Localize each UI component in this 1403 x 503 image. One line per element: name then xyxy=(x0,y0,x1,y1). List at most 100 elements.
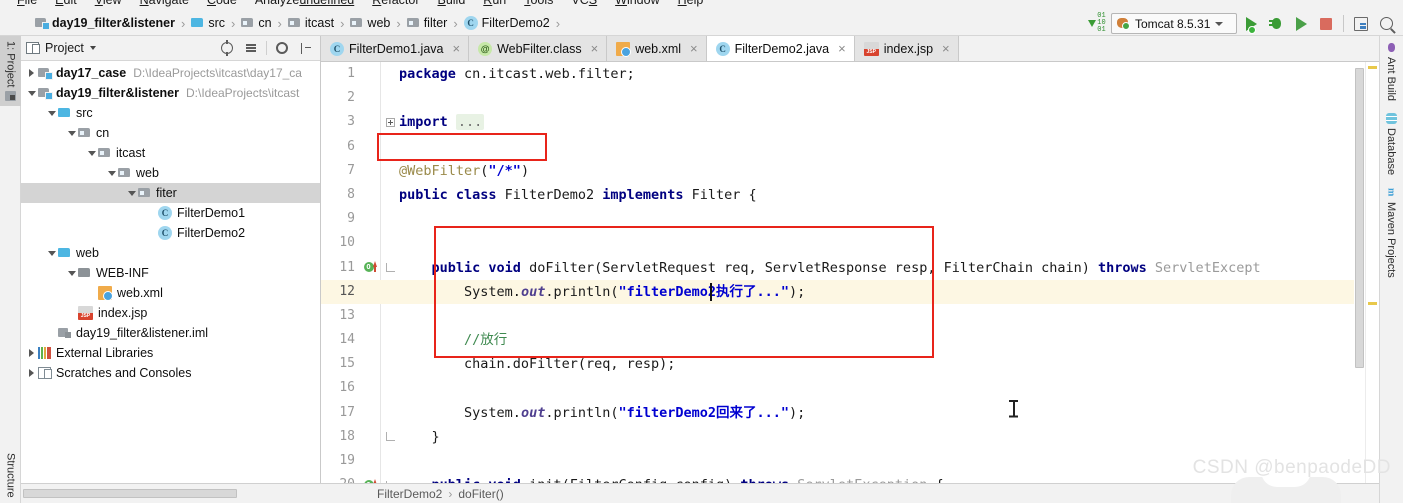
code-content[interactable]: 1 package cn.itcast.web.filter; 2 3 import .… xyxy=(321,62,1379,503)
chevron-down-icon[interactable] xyxy=(125,190,138,196)
menu-item-help[interactable]: Help xyxy=(669,0,713,11)
layout-button[interactable] xyxy=(1350,13,1372,34)
editor-tab-web-xml[interactable]: web.xml × xyxy=(607,36,707,61)
tree-item-web[interactable]: web xyxy=(21,243,320,263)
close-icon[interactable]: × xyxy=(690,41,698,56)
tree-item-scratches-and-consoles[interactable]: Scratches and Consoles xyxy=(21,363,320,383)
code-line[interactable]: 9 xyxy=(321,207,1379,231)
menu-item-file[interactable]: File xyxy=(8,0,46,11)
code-editor[interactable]: 1 package cn.itcast.web.filter; 2 3 import .… xyxy=(321,62,1379,503)
hscrollbar-thumb[interactable] xyxy=(23,489,237,498)
menu-item-code[interactable]: Code xyxy=(198,0,246,11)
breadcrumb-item-cn[interactable]: cn xyxy=(240,16,272,30)
search-everywhere-button[interactable] xyxy=(1375,13,1397,34)
chevron-down-icon[interactable] xyxy=(25,90,38,96)
close-icon[interactable]: × xyxy=(452,41,460,56)
fold-region[interactable] xyxy=(383,425,397,449)
code-line[interactable]: 15 chain.doFilter(req, resp); xyxy=(321,352,1379,376)
chevron-down-icon[interactable] xyxy=(45,250,58,256)
fold-region[interactable] xyxy=(383,110,397,134)
menu-item-tools[interactable]: Tools xyxy=(515,0,562,11)
code-line[interactable]: 2 xyxy=(321,86,1379,110)
close-icon[interactable]: × xyxy=(942,41,950,56)
code-line[interactable]: 3 import ... xyxy=(321,110,1379,134)
tree-item-web-xml[interactable]: web.xml xyxy=(21,283,320,303)
breadcrumb-item-filter[interactable]: filter xyxy=(406,16,449,30)
menu-item-edit[interactable]: Edit xyxy=(46,0,86,11)
chevron-down-icon[interactable] xyxy=(105,170,118,176)
code-line[interactable]: 13 xyxy=(321,304,1379,328)
sidebar-tab-project[interactable]: 1: Project xyxy=(0,36,21,107)
editor-tab-index-jsp[interactable]: index.jsp × xyxy=(854,36,959,61)
code-line[interactable]: 8 public class FilterDemo2 implements Fil… xyxy=(321,183,1379,207)
debug-button[interactable] xyxy=(1265,13,1287,34)
stop-button[interactable] xyxy=(1315,13,1337,34)
marker-warning[interactable] xyxy=(1368,66,1377,69)
collapse-all-button[interactable] xyxy=(242,39,260,57)
menu-item-vcs[interactable]: VCS xyxy=(562,0,606,11)
code-line[interactable]: 18 } xyxy=(321,425,1379,449)
fold-expand-icon[interactable] xyxy=(385,117,395,127)
code-line[interactable]: 7 @WebFilter("/*") xyxy=(321,159,1379,183)
tree-item-src[interactable]: src xyxy=(21,103,320,123)
close-icon[interactable]: × xyxy=(591,41,599,56)
sidebar-tab-structure[interactable]: Structure xyxy=(0,448,21,503)
menu-item-navigate[interactable]: Navigate xyxy=(131,0,198,11)
code-line[interactable]: 6 xyxy=(321,135,1379,159)
tree-item-filterdemo1[interactable]: C FilterDemo1 xyxy=(21,203,320,223)
code-line[interactable]: 16 xyxy=(321,376,1379,400)
chevron-down-icon[interactable] xyxy=(65,270,78,276)
update-indicator-icon[interactable]: 01 10 01 xyxy=(1086,13,1108,34)
run-configuration-selector[interactable]: Tomcat 8.5.31 xyxy=(1111,13,1237,34)
fold-collapse-icon[interactable] xyxy=(385,432,395,442)
scrollbar-thumb[interactable] xyxy=(1355,68,1364,368)
run-button[interactable] xyxy=(1240,13,1262,34)
fold-collapse-icon[interactable] xyxy=(385,263,395,272)
chevron-right-icon[interactable] xyxy=(25,349,38,357)
menu-item-window[interactable]: Window xyxy=(606,0,668,11)
menu-item-build[interactable]: Build xyxy=(428,0,474,11)
gutter-marks[interactable]: O xyxy=(359,256,379,280)
code-line[interactable]: 14 //放行 xyxy=(321,328,1379,352)
breadcrumb-class[interactable]: FilterDemo2 xyxy=(377,487,442,501)
menu-item-analyze[interactable]: Analyzeundefined xyxy=(246,0,363,11)
sidebar-tab-database[interactable]: Database xyxy=(1380,107,1402,181)
tree-item-day19-filter-listener-iml[interactable]: day19_filter&listener.iml xyxy=(21,323,320,343)
menu-item-refactor[interactable]: Refactor xyxy=(363,0,428,11)
menu-item-view[interactable]: View xyxy=(86,0,131,11)
marker-warning[interactable] xyxy=(1368,302,1377,305)
breadcrumb-item-web[interactable]: web xyxy=(349,16,391,30)
tree-item-index-jsp[interactable]: index.jsp xyxy=(21,303,320,323)
sidebar-tab-maven-projects[interactable]: m Maven Projects xyxy=(1380,181,1402,284)
tree-item-web-inf[interactable]: WEB-INF xyxy=(21,263,320,283)
tree-item-day19-filter-listener[interactable]: day19_filter&listener D:\IdeaProjects\itc… xyxy=(21,83,320,103)
sidebar-tab-ant-build[interactable]: Ant Build xyxy=(1380,36,1402,107)
run-with-coverage-button[interactable] xyxy=(1290,13,1312,34)
tree-item-web[interactable]: web xyxy=(21,163,320,183)
code-line[interactable]: 10 xyxy=(321,231,1379,255)
tree-item-cn[interactable]: cn xyxy=(21,123,320,143)
breadcrumb-method[interactable]: doFiter() xyxy=(458,487,503,501)
breadcrumb-item-itcast[interactable]: itcast xyxy=(287,16,335,30)
code-line[interactable]: 11 O public void doFilter(ServletRequest … xyxy=(321,256,1379,280)
chevron-down-icon[interactable] xyxy=(89,46,96,50)
tree-item-filterdemo2[interactable]: C FilterDemo2 xyxy=(21,223,320,243)
code-line[interactable]: 1 package cn.itcast.web.filter; xyxy=(321,62,1379,86)
code-line[interactable]: 12 System.out.println("filterDemo2执行了...… xyxy=(321,279,1379,304)
override-method-icon[interactable]: O xyxy=(363,261,377,273)
chevron-down-icon[interactable] xyxy=(85,150,98,156)
breadcrumb-item-src[interactable]: src xyxy=(190,16,226,30)
chevron-down-icon[interactable] xyxy=(1215,21,1224,26)
editor-marker-bar[interactable] xyxy=(1365,62,1379,503)
editor-tab-filterdemo1-java[interactable]: C FilterDemo1.java × xyxy=(321,36,470,61)
tree-item-external-libraries[interactable]: External Libraries xyxy=(21,343,320,363)
chevron-right-icon[interactable] xyxy=(25,69,38,77)
tree-item-fiter[interactable]: fiter xyxy=(21,183,320,203)
tree-item-itcast[interactable]: itcast xyxy=(21,143,320,163)
editor-vertical-scrollbar[interactable] xyxy=(1354,62,1365,503)
locate-button[interactable] xyxy=(218,39,236,57)
hide-panel-button[interactable] xyxy=(297,39,315,57)
breadcrumb-item-day19-filter-listener[interactable]: day19_filter&listener xyxy=(34,16,176,30)
code-line[interactable]: 17 System.out.println("filterDemo2回来了...… xyxy=(321,401,1379,425)
chevron-down-icon[interactable] xyxy=(45,110,58,116)
